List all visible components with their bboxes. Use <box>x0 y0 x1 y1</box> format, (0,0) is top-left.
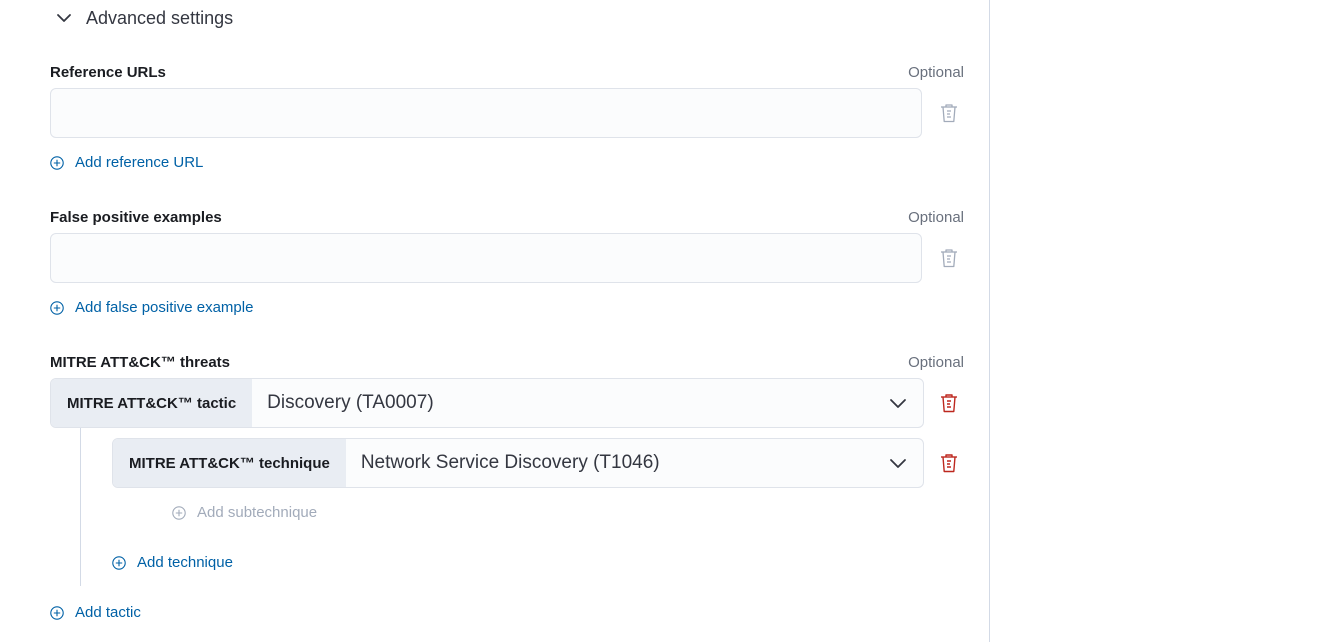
false-positive-optional: Optional <box>908 209 964 226</box>
mitre-tactic-value: Discovery (TA0007) <box>267 392 434 413</box>
advanced-settings-label: Advanced settings <box>86 7 234 28</box>
add-reference-url-label: Add reference URL <box>75 154 204 171</box>
false-positive-input[interactable] <box>50 233 922 283</box>
add-technique-button[interactable]: Add technique <box>112 554 233 571</box>
delete-tactic-button[interactable] <box>937 391 961 415</box>
add-false-positive-button[interactable]: Add false positive example <box>50 299 253 316</box>
delete-false-positive-button[interactable] <box>937 246 961 270</box>
add-tactic-label: Add tactic <box>75 604 141 621</box>
add-false-positive-label: Add false positive example <box>75 299 254 316</box>
rule-about-step: Advanced settings Reference URLs Optiona… <box>0 0 1338 642</box>
mitre-technique-prepend: MITRE ATT&CK™ technique <box>113 439 346 487</box>
vertical-divider <box>989 0 990 642</box>
advanced-settings-toggle[interactable]: Advanced settings <box>54 6 233 30</box>
chevron-down-icon <box>57 14 71 22</box>
add-subtechnique-button[interactable]: Add subtechnique <box>172 504 317 521</box>
trash-icon <box>941 394 957 413</box>
reference-urls-optional: Optional <box>908 64 964 81</box>
plus-in-circle-icon <box>50 155 64 170</box>
add-reference-url-button[interactable]: Add reference URL <box>50 154 203 171</box>
chevron-down-icon <box>873 379 923 427</box>
reference-url-input[interactable] <box>50 88 922 138</box>
reference-urls-label: Reference URLs <box>50 64 166 81</box>
mitre-threats-optional: Optional <box>908 354 964 371</box>
add-subtechnique-label: Add subtechnique <box>197 504 318 521</box>
mitre-tactic-prepend: MITRE ATT&CK™ tactic <box>51 379 253 427</box>
false-positive-label: False positive examples <box>50 209 222 226</box>
mitre-threats-label: MITRE ATT&CK™ threats <box>50 354 230 371</box>
chevron-down-icon <box>873 439 923 487</box>
plus-in-circle-icon <box>112 555 126 570</box>
plus-in-circle-icon <box>172 505 186 520</box>
mitre-technique-value: Network Service Discovery (T1046) <box>360 452 660 473</box>
plus-in-circle-icon <box>50 605 64 620</box>
add-technique-label: Add technique <box>137 554 233 571</box>
mitre-tactic-select[interactable]: MITRE ATT&CK™ tactic Discovery (TA0007) <box>50 378 924 428</box>
add-tactic-button[interactable]: Add tactic <box>50 604 141 621</box>
mitre-technique-select[interactable]: MITRE ATT&CK™ technique Network Service … <box>112 438 924 488</box>
tree-connector-line <box>80 428 81 586</box>
trash-icon <box>941 104 957 123</box>
delete-technique-button[interactable] <box>937 451 961 475</box>
trash-icon <box>941 454 957 473</box>
delete-reference-url-button[interactable] <box>937 101 961 125</box>
plus-in-circle-icon <box>50 300 64 315</box>
trash-icon <box>941 249 957 268</box>
